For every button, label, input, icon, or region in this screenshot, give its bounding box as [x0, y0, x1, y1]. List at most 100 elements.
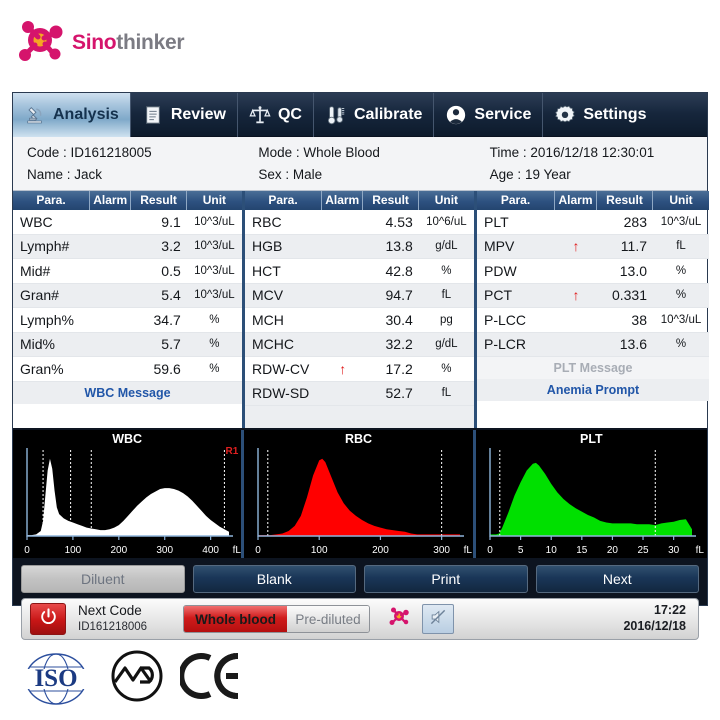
table-row[interactable]: P-LCR 13.6% — [477, 332, 709, 357]
message-row[interactable]: PLT Message — [477, 357, 709, 379]
patient-sex-label: Sex : — [258, 167, 293, 182]
axis-tick-label: 300 — [434, 545, 451, 556]
axis-tick-label: 100 — [65, 545, 82, 556]
tab-calibrate[interactable]: Calibrate — [314, 93, 435, 137]
cell-parameter: MCH — [252, 311, 284, 328]
results-grid: Para. Alarm Result Unit WBC 9.1 10^3/uL Lymph# 3… — [13, 191, 709, 428]
next-code-block: Next Code ID161218006 — [78, 603, 147, 634]
cell-unit: % — [441, 362, 452, 375]
brand-name-part2: thinker — [116, 30, 185, 54]
table-row[interactable]: MPV ↑ 11.7 fL — [477, 234, 709, 259]
header-result: Result — [131, 191, 187, 210]
cell-parameter: RDW-CV — [252, 360, 310, 377]
table-row[interactable]: Lymph# 3.2 10^3/uL — [13, 234, 242, 259]
message-row-secondary[interactable]: Anemia Prompt — [477, 379, 709, 401]
table-row[interactable]: RDW-SD 52.7 fL — [245, 381, 474, 406]
power-icon — [39, 607, 58, 631]
molecule-icon[interactable] — [386, 605, 412, 634]
mode-pre-diluted[interactable]: Pre-diluted — [287, 606, 370, 632]
table-row[interactable]: WBC 9.1 10^3/uL — [13, 210, 242, 235]
table-row[interactable]: Lymph% 34.7% — [13, 308, 242, 333]
mode-whole-blood[interactable]: Whole blood — [184, 606, 288, 632]
cell-result: 30.4 — [385, 311, 413, 328]
axis-tick-label: 100 — [311, 545, 328, 556]
message-row[interactable] — [245, 406, 474, 428]
axis-tick-label: 0 — [24, 545, 30, 556]
tab-review[interactable]: Review — [131, 93, 238, 137]
cell-unit: % — [209, 338, 220, 351]
table-row[interactable]: Mid% 5.7% — [13, 332, 242, 357]
cell-parameter: Mid# — [20, 262, 51, 279]
cell-result: 34.7 — [153, 311, 181, 328]
header-alarm: Alarm — [555, 191, 597, 210]
cell-unit: % — [675, 338, 687, 351]
cell-parameter: HCT — [252, 262, 281, 279]
table-row[interactable]: PCT ↑ 0.331% — [477, 283, 709, 308]
results-header: Para. Alarm Result Unit — [477, 191, 709, 210]
cell-unit: % — [441, 264, 452, 277]
cell-result: 59.6 — [153, 360, 181, 377]
cell-parameter: MCV — [252, 287, 284, 304]
next-button[interactable]: Next — [535, 565, 699, 593]
histogram-rbc[interactable]: RBC 0 100 200 300 fL — [244, 430, 476, 558]
axis-tick-label: 300 — [156, 545, 173, 556]
sound-muted-button[interactable] — [422, 604, 455, 634]
print-button[interactable]: Print — [364, 565, 528, 593]
tab-settings[interactable]: Settings — [543, 93, 657, 137]
status-bar: Next Code ID161218006 Whole blood Pre-di… — [21, 598, 699, 640]
cell-unit: % — [209, 313, 220, 326]
header-unit: Unit — [434, 193, 459, 207]
table-row[interactable]: Gran% 59.6% — [13, 357, 242, 382]
tab-service[interactable]: Service — [434, 93, 544, 137]
patient-info-panel: Code : ID161218005 Mode : Whole Blood Ti… — [13, 137, 707, 191]
device-screen: Analysis Review QC Calibrate Service Set… — [12, 92, 709, 640]
clock-time: 17:22 — [654, 603, 686, 618]
table-row[interactable]: PDW 13.0% — [477, 259, 709, 284]
histogram-plt[interactable]: PLT 0 5 10 15 20 25 30 fL — [475, 430, 708, 558]
header-para: Para. — [245, 191, 322, 210]
patient-info-row-1: Code : ID161218005 Mode : Whole Blood Ti… — [13, 142, 707, 164]
cell-parameter: Mid% — [20, 336, 56, 353]
blood-mode-toggle[interactable]: Whole blood Pre-diluted — [183, 605, 371, 633]
blank-button[interactable]: Blank — [192, 565, 356, 593]
cell-result: 38 — [631, 311, 647, 328]
patient-sex: Sex : Male — [244, 165, 475, 185]
table-row[interactable]: MCH 30.4 pg — [245, 308, 474, 333]
results-column-3: Para. Alarm Result Unit PLT 283 10^3/uL MPV ↑ 11.… — [477, 191, 709, 428]
cell-unit: 10^3/uL — [194, 264, 235, 277]
table-row[interactable]: Mid# 0.5 10^3/uL — [13, 259, 242, 284]
cell-parameter: WBC — [20, 213, 53, 230]
results-column-1: Para. Alarm Result Unit WBC 9.1 10^3/uL Lymph# 3… — [13, 191, 245, 428]
cell-unit: 10^3/uL — [194, 240, 235, 253]
message-row[interactable]: WBC Message — [13, 381, 242, 404]
axis-tick-label: 10 — [545, 545, 557, 556]
table-row[interactable]: MCV 94.7 fL — [245, 283, 474, 308]
patient-age: Age : 19 Year — [476, 165, 707, 185]
table-row[interactable]: MCHC 32.2 g/dL — [245, 332, 474, 357]
tab-qc[interactable]: QC — [238, 93, 314, 137]
table-row[interactable]: HCT 42.8% — [245, 259, 474, 284]
table-row[interactable]: P-LCC 38 10^3/uL — [477, 308, 709, 333]
patient-sex-value: Male — [292, 167, 323, 182]
cell-unit: fL — [676, 240, 686, 253]
histogram-wbc[interactable]: WBC 0 100 200 300 400 fL R1 — [13, 430, 245, 558]
table-row[interactable]: RDW-CV ↑ 17.2% — [245, 357, 474, 382]
cell-result: 13.0 — [619, 262, 647, 279]
tab-analysis[interactable]: Analysis — [13, 93, 131, 137]
cell-parameter: P-LCR — [484, 336, 527, 353]
tab-qc-label: QC — [277, 106, 302, 123]
power-button[interactable] — [30, 603, 66, 635]
cell-parameter: MCHC — [252, 336, 294, 353]
cell-parameter: PCT — [484, 287, 512, 304]
axis-unit-label: fL — [695, 545, 704, 556]
main-tabbar: Analysis Review QC Calibrate Service Set… — [13, 93, 707, 137]
results-column-2: Para. Alarm Result Unit RBC 4.53 10^6/uL HGB 13.… — [245, 191, 477, 428]
patient-age-value: 19 Year — [524, 167, 571, 182]
cell-result: 283 — [623, 213, 647, 230]
iso-logo: ISO — [18, 651, 94, 707]
table-row[interactable]: RBC 4.53 10^6/uL — [245, 210, 474, 235]
cell-result: 32.2 — [385, 336, 413, 353]
table-row[interactable]: HGB 13.8 g/dL — [245, 234, 474, 259]
table-row[interactable]: Gran# 5.4 10^3/uL — [13, 283, 242, 308]
table-row[interactable]: PLT 283 10^3/uL — [477, 210, 709, 235]
